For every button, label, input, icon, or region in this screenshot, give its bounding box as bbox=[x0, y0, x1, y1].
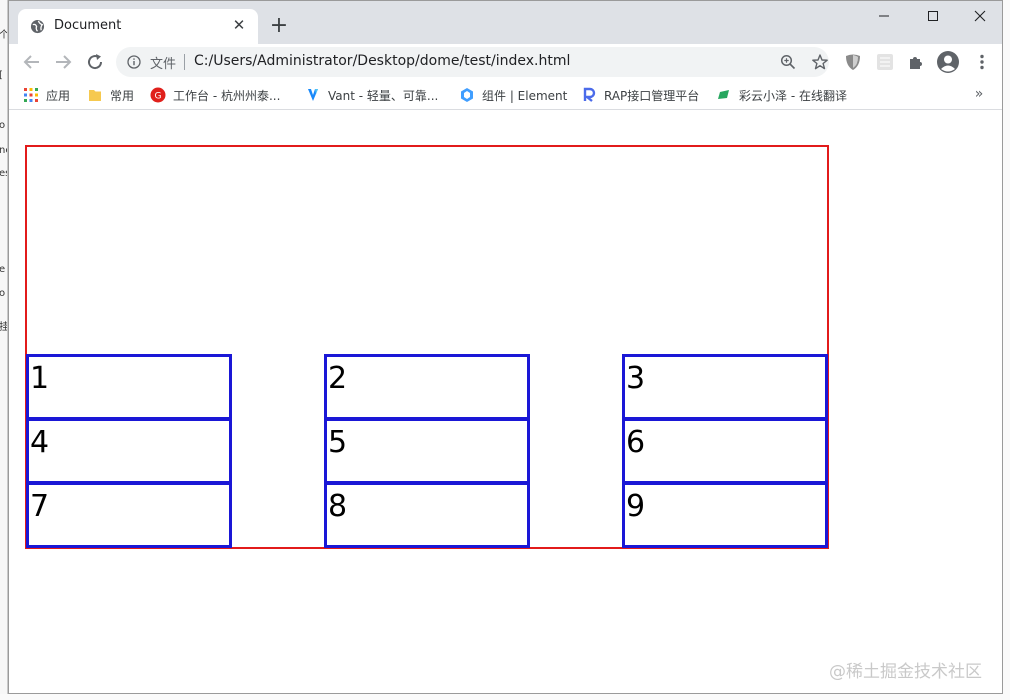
browser-window: Document ✕ + 文件 C:/Users/Administrator/D… bbox=[8, 0, 1003, 694]
back-arrow-icon[interactable] bbox=[20, 50, 44, 74]
grid-item-6: 6 bbox=[622, 418, 828, 484]
puzzle-extensions-icon[interactable] bbox=[906, 52, 926, 72]
screen-edge-bottom bbox=[0, 694, 1010, 700]
close-window-icon[interactable] bbox=[957, 1, 1003, 31]
grid-item-7: 7 bbox=[26, 482, 232, 548]
extension-grid-icon[interactable] bbox=[875, 52, 895, 72]
caiyun-icon bbox=[718, 90, 729, 99]
grid-item-9: 9 bbox=[622, 482, 828, 548]
maximize-icon[interactable] bbox=[910, 1, 956, 31]
scheme-label: 文件 bbox=[150, 57, 177, 72]
close-tab-icon[interactable]: ✕ bbox=[229, 15, 249, 35]
grid-item-2: 2 bbox=[324, 354, 530, 420]
kebab-menu-icon[interactable] bbox=[972, 52, 992, 72]
bookmarks-bar: 应用 常用 G 工作台 - 杭州州泰... Vant - 轻量、可靠... 组件… bbox=[9, 80, 1002, 110]
profile-avatar-icon[interactable] bbox=[936, 50, 960, 74]
grid-item-3: 3 bbox=[622, 354, 828, 420]
tab-strip: Document ✕ + bbox=[9, 1, 1002, 44]
forward-arrow-icon[interactable] bbox=[51, 50, 75, 74]
tab-document[interactable]: Document ✕ bbox=[18, 9, 258, 44]
folder-icon bbox=[89, 90, 101, 101]
watermark-text: @稀土掘金技术社区 bbox=[829, 662, 982, 682]
zoom-icon[interactable] bbox=[780, 54, 796, 70]
page-viewport: 1 2 3 4 5 6 7 8 9 @稀土掘金技术社区 bbox=[9, 111, 1002, 693]
vant-icon bbox=[308, 89, 318, 101]
info-icon[interactable] bbox=[127, 55, 141, 69]
grid-item-8: 8 bbox=[324, 482, 530, 548]
address-bar[interactable]: 文件 C:/Users/Administrator/Desktop/dome/t… bbox=[116, 47, 829, 77]
screen-edge-right bbox=[1003, 0, 1010, 700]
toolbar: 文件 C:/Users/Administrator/Desktop/dome/t… bbox=[9, 44, 1002, 80]
grid-item-1: 1 bbox=[26, 354, 232, 420]
svg-text:G: G bbox=[155, 92, 162, 102]
workbench-icon: G bbox=[150, 87, 166, 103]
tab-title: Document bbox=[54, 18, 122, 33]
rap-icon bbox=[583, 87, 596, 102]
grid-item-4: 4 bbox=[26, 418, 232, 484]
element-icon bbox=[461, 88, 473, 102]
reload-icon[interactable] bbox=[83, 50, 107, 74]
url-text[interactable]: C:/Users/Administrator/Desktop/dome/test… bbox=[194, 53, 570, 69]
scheme-divider bbox=[184, 54, 185, 70]
shield-extension-icon[interactable] bbox=[843, 52, 863, 72]
apps-grid-icon bbox=[24, 88, 38, 102]
globe-icon bbox=[30, 19, 45, 34]
background-window-edge: 个 [ o ne es e o 挂 bbox=[0, 0, 8, 700]
minimize-icon[interactable] bbox=[861, 1, 907, 31]
bookmarks-overflow-icon[interactable]: » bbox=[971, 84, 987, 104]
bookmark-star-icon[interactable] bbox=[811, 53, 829, 71]
new-tab-button[interactable]: + bbox=[267, 14, 291, 38]
grid-item-5: 5 bbox=[324, 418, 530, 484]
